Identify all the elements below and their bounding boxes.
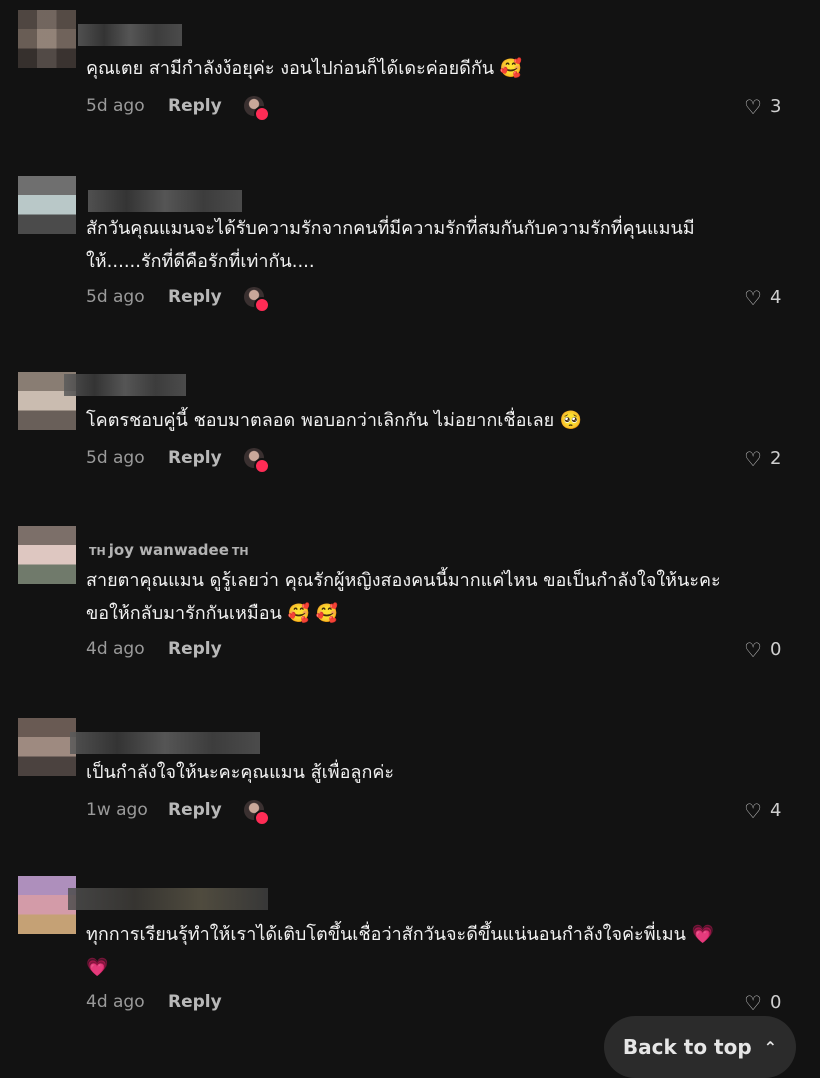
emoji: 🥺 (559, 410, 583, 431)
heart-icon: ♡ (744, 798, 762, 823)
comment-body: โคตรชอบคู่นี้ ชอบมาตลอด พอบอกว่าเลิกกัน … (86, 410, 555, 431)
timestamp: 5d ago (86, 448, 145, 468)
like-count: 0 (769, 992, 782, 1013)
comment-meta: 5d ago Reply (86, 444, 222, 472)
username-blurred[interactable] (64, 374, 186, 396)
username-blurred[interactable] (88, 190, 242, 212)
comment-meta: 5d ago Reply (86, 92, 222, 120)
like-button[interactable]: ♡ 4 (744, 287, 781, 308)
comment-text: โคตรชอบคู่นี้ ชอบมาตลอด พอบอกว่าเลิกกัน … (86, 404, 726, 437)
back-to-top-button[interactable]: Back to top ⌃ (604, 1016, 796, 1078)
reply-button[interactable]: Reply (168, 992, 222, 1012)
like-button[interactable]: ♡ 3 (744, 96, 781, 117)
comment-body: คุณเตย สามีกำลังง้อยุค่ะ งอนไปก่อนก็ได้เ… (86, 58, 495, 79)
reply-button[interactable]: Reply (168, 287, 222, 307)
username-blurred[interactable] (68, 888, 268, 910)
comment-text: เป็นกำลังใจให้นะคะคุณแมน สู้เพื่อลูกค่ะ (86, 756, 726, 789)
heart-icon: ♡ (744, 637, 762, 662)
comment-meta: 4d ago Reply (86, 988, 222, 1016)
comment-body: ทุกการเรียนรุ้ทำให้เราได้เติบโตขึ้นเชื่อ… (86, 924, 686, 945)
username-blurred[interactable] (70, 732, 260, 754)
comment-body: เป็นกำลังใจให้นะคะคุณแมน สู้เพื่อลูกค่ะ (86, 762, 395, 783)
timestamp: 1w ago (86, 800, 148, 820)
comment-text: สักวันคุณแมนจะได้รับความรักจากคนที่มีควา… (86, 212, 726, 278)
comment-meta: 4d ago Reply (86, 635, 222, 663)
timestamp: 4d ago (86, 639, 145, 659)
heart-icon: ♡ (744, 990, 762, 1015)
creator-liked-avatar-icon (244, 800, 270, 826)
back-to-top-label: Back to top (622, 1035, 752, 1059)
like-count: 2 (769, 448, 782, 469)
comment-text: คุณเตย สามีกำลังง้อยุค่ะ งอนไปก่อนก็ได้เ… (86, 52, 726, 85)
heart-icon: ♡ (744, 94, 762, 119)
double-chevron-up-icon: ⌃ (763, 1037, 778, 1057)
flag-icon: TH (89, 545, 106, 558)
creator-liked-avatar-icon (244, 448, 270, 474)
username[interactable]: TH joy wanwadee TH (86, 541, 252, 559)
username-text: joy wanwadee (108, 541, 229, 559)
emoji: 🥰 (499, 58, 523, 79)
comment-meta: 1w ago Reply (86, 796, 222, 824)
creator-liked-avatar-icon (244, 287, 270, 313)
avatar[interactable] (18, 718, 76, 776)
like-count: 3 (769, 96, 782, 117)
flag-icon: TH (231, 545, 249, 558)
comment-body: สายตาคุณแมน ดูรู้เลยว่า คุณรักผู้หญิงสอง… (86, 570, 721, 624)
avatar[interactable] (18, 526, 76, 584)
like-count: 0 (769, 639, 782, 660)
heart-icon: ♡ (744, 285, 762, 310)
avatar[interactable] (18, 176, 76, 234)
comment-text: สายตาคุณแมน ดูรู้เลยว่า คุณรักผู้หญิงสอง… (86, 564, 726, 630)
reply-button[interactable]: Reply (168, 800, 222, 820)
reply-button[interactable]: Reply (168, 639, 222, 659)
like-button[interactable]: ♡ 0 (744, 992, 781, 1013)
emoji: 🥰 🥰 (287, 603, 339, 624)
like-count: 4 (769, 800, 782, 821)
comment-meta: 5d ago Reply (86, 283, 222, 311)
creator-liked-avatar-icon (244, 96, 270, 122)
timestamp: 5d ago (86, 287, 145, 307)
timestamp: 5d ago (86, 96, 145, 116)
comment-text: ทุกการเรียนรุ้ทำให้เราได้เติบโตขึ้นเชื่อ… (86, 918, 726, 984)
like-button[interactable]: ♡ 4 (744, 800, 781, 821)
avatar[interactable] (18, 10, 76, 68)
username-blurred[interactable] (78, 24, 182, 46)
reply-button[interactable]: Reply (168, 448, 222, 468)
heart-icon: ♡ (744, 446, 762, 471)
comment-body: สักวันคุณแมนจะได้รับความรักจากคนที่มีควา… (86, 218, 695, 272)
reply-button[interactable]: Reply (168, 96, 222, 116)
like-button[interactable]: ♡ 0 (744, 639, 781, 660)
like-count: 4 (769, 287, 782, 308)
timestamp: 4d ago (86, 992, 145, 1012)
like-button[interactable]: ♡ 2 (744, 448, 781, 469)
